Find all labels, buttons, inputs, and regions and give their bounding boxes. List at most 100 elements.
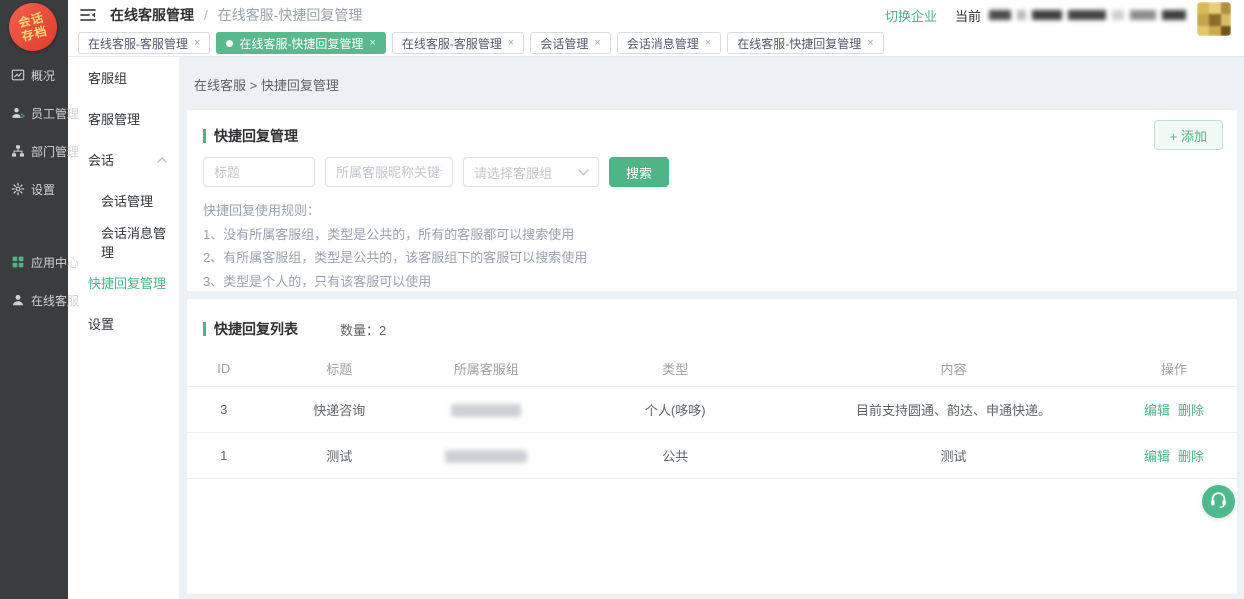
apps-icon	[11, 255, 25, 269]
tab-label: 在线客服-客服管理	[402, 35, 502, 52]
add-button[interactable]: + 添加	[1154, 120, 1223, 150]
tab-close-icon[interactable]: ×	[194, 37, 200, 49]
quick-reply-table: ID标题所属客服组类型内容操作 3快递咨询个人(哆哆)目前支持圆通、韵达、申通快…	[187, 352, 1237, 479]
primary-nav: 概况员工管理部门管理设置应用中心在线客服	[0, 56, 68, 319]
count-value: 2	[379, 323, 386, 338]
usage-rules: 快捷回复使用规则： 1、没有所属客服组，类型是公共的，所有的客服都可以搜索使用2…	[203, 199, 1237, 293]
submenu-item-2[interactable]: 客服管理	[68, 98, 179, 139]
table-header-row: ID标题所属客服组类型内容操作	[187, 352, 1237, 386]
tab-close-icon[interactable]: ×	[705, 37, 711, 49]
quick-reply-search-card: 快捷回复管理 + 添加 请选择客服组 搜索 快捷回复使用规则： 1、没有所属客服…	[187, 110, 1237, 291]
sidebar-item-1[interactable]: 概况	[0, 56, 68, 94]
section-title-text: 快捷回复管理	[214, 126, 298, 146]
app-logo[interactable]: 会话 存档	[4, 0, 62, 56]
quick-reply-list-card: 快捷回复列表 数量：2 ID标题所属客服组类型内容操作 3快递咨询个人(哆哆)目…	[187, 299, 1237, 594]
usage-rules-heading: 快捷回复使用规则：	[203, 199, 1237, 223]
tab-3[interactable]: 在线客服-客服管理 ×	[392, 32, 524, 54]
sidebar-item-6[interactable]: 在线客服	[0, 281, 68, 319]
agent-nickname-input[interactable]	[325, 157, 453, 187]
sidebar-item-2[interactable]: 员工管理	[0, 94, 68, 132]
user-avatar[interactable]	[1197, 2, 1231, 36]
submenu-item-7[interactable]: 设置	[68, 303, 179, 344]
tab-label: 在线客服-客服管理	[88, 35, 188, 52]
cell-actions: 编辑删除	[1111, 432, 1237, 478]
cell-title: 测试	[261, 432, 419, 478]
submenu-item-label: 会话	[88, 150, 114, 169]
redacted-group-name	[451, 404, 521, 417]
active-tab-dot	[226, 40, 233, 47]
switch-company-link[interactable]: 切换企业	[885, 6, 937, 25]
usage-rule-3: 3、类型是个人的，只有该客服可以使用	[203, 270, 1237, 294]
edit-link[interactable]: 编辑	[1144, 449, 1170, 464]
column-header-2: 标题	[261, 352, 419, 386]
gear-icon	[11, 182, 25, 196]
chart-icon	[11, 68, 25, 82]
delete-link[interactable]: 删除	[1178, 449, 1204, 464]
cell-content: 测试	[796, 432, 1111, 478]
redacted-group-name	[445, 450, 527, 463]
submenu-item-4[interactable]: 会话管理	[68, 180, 179, 221]
cell-type: 公共	[555, 432, 797, 478]
tab-label: 会话管理	[540, 35, 588, 52]
tab-1[interactable]: 在线客服-客服管理 ×	[78, 32, 210, 54]
sidebar-fold-icon[interactable]	[80, 8, 96, 22]
tab-close-icon[interactable]: ×	[369, 37, 375, 49]
usage-rules-list: 1、没有所属客服组，类型是公共的，所有的客服都可以搜索使用2、有所属客服组，类型…	[203, 223, 1237, 294]
tab-4[interactable]: 会话管理 ×	[530, 32, 610, 54]
submenu-item-label: 设置	[88, 314, 114, 333]
tab-label: 在线客服-快捷回复管理	[737, 35, 861, 52]
tab-close-icon[interactable]: ×	[867, 37, 873, 49]
tab-2[interactable]: 在线客服-快捷回复管理 ×	[216, 32, 385, 54]
count-label: 数量：	[340, 323, 379, 338]
submenu-item-6[interactable]: 快捷回复管理	[68, 262, 179, 303]
submenu-item-5[interactable]: 会话消息管理	[68, 221, 179, 262]
sidebar-item-label: 应用中心	[31, 254, 79, 271]
submenu-item-label: 会话消息管理	[101, 223, 167, 261]
group-select[interactable]: 请选择客服组	[463, 157, 599, 187]
list-title-text: 快捷回复列表	[214, 319, 298, 339]
tab-close-icon[interactable]: ×	[508, 37, 514, 49]
sidebar-item-3[interactable]: 部门管理	[0, 132, 68, 170]
breadcrumb-separator: /	[204, 7, 208, 23]
column-header-3: 所属客服组	[418, 352, 555, 386]
search-section-title: 快捷回复管理	[187, 110, 1237, 146]
tab-label: 会话消息管理	[627, 35, 699, 52]
tab-5[interactable]: 会话消息管理 ×	[617, 32, 721, 54]
list-section-title: 快捷回复列表 数量：2	[187, 299, 1237, 339]
cell-group	[418, 432, 555, 478]
main-content: 在线客服 > 快捷回复管理 快捷回复管理 + 添加 请选择客服组 搜索 快捷回复…	[180, 57, 1244, 599]
primary-sidebar: 会话 存档 概况员工管理部门管理设置应用中心在线客服	[0, 0, 68, 599]
delete-link[interactable]: 删除	[1178, 403, 1204, 418]
chevron-down-icon	[578, 163, 589, 181]
column-header-1: ID	[187, 352, 261, 386]
title-input[interactable]	[203, 157, 315, 187]
agent-icon	[11, 293, 25, 307]
sidebar-item-5[interactable]: 应用中心	[0, 243, 68, 281]
section-accent-bar	[203, 129, 206, 143]
tab-label: 在线客服-快捷回复管理	[239, 35, 363, 52]
cell-content: 目前支持圆通、韵达、申通快递。	[796, 386, 1111, 432]
submenu-item-label: 客服组	[88, 68, 127, 87]
usage-rule-2: 2、有所属客服组，类型是公共的，该客服组下的客服可以搜索使用	[203, 246, 1237, 270]
chevron-up-icon	[157, 157, 167, 163]
tab-close-icon[interactable]: ×	[594, 37, 600, 49]
edit-link[interactable]: 编辑	[1144, 403, 1170, 418]
topbar-right: 切换企业 当前	[885, 6, 1186, 25]
customer-service-fab[interactable]	[1202, 485, 1235, 518]
breadcrumb-root[interactable]: 在线客服管理	[110, 7, 194, 23]
cell-group	[418, 386, 555, 432]
search-row: 请选择客服组 搜索	[203, 157, 1237, 187]
search-button[interactable]: 搜索	[609, 157, 669, 187]
staff-icon	[11, 106, 25, 120]
department-icon	[11, 144, 25, 158]
sidebar-item-label: 概况	[31, 67, 55, 84]
submenu-item-3[interactable]: 会话	[68, 139, 179, 180]
sidebar-item-4[interactable]: 设置	[0, 170, 68, 208]
cell-id: 1	[187, 432, 261, 478]
usage-rule-1: 1、没有所属客服组，类型是公共的，所有的客服都可以搜索使用	[203, 223, 1237, 247]
redacted-company-name	[989, 10, 1186, 20]
sidebar-item-label: 设置	[31, 181, 55, 198]
list-count: 数量：2	[340, 320, 386, 339]
tab-6[interactable]: 在线客服-快捷回复管理 ×	[727, 32, 883, 54]
submenu-item-1[interactable]: 客服组	[68, 57, 179, 98]
